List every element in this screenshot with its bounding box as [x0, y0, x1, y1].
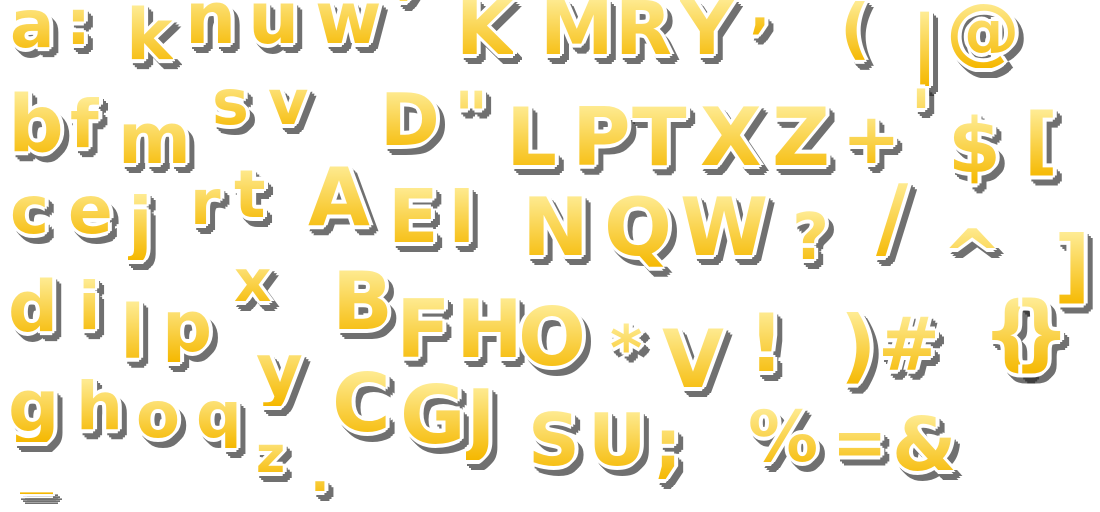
- glyph-tile: f: [70, 86, 99, 163]
- glyph-tile: S: [528, 398, 580, 482]
- glyph-tile: k: [126, 0, 173, 76]
- glyph-tile: v: [268, 66, 309, 139]
- glyph-tile: h: [76, 368, 123, 445]
- glyph-tile: A: [308, 151, 370, 244]
- glyph-tile: u: [248, 0, 299, 54]
- glyph-tile: e: [68, 172, 113, 249]
- glyph-tile: _: [20, 422, 53, 499]
- glyph-tile: +: [842, 98, 901, 180]
- glyph-tile: s: [212, 66, 249, 139]
- glyph-tile: b: [8, 80, 64, 170]
- glyph-tile: t: [234, 156, 266, 233]
- glyph-tile: ^: [942, 214, 1003, 298]
- glyph-tile: ,: [750, 0, 770, 36]
- glyph-tile: j: [128, 182, 153, 266]
- glyph-tile: a: [10, 0, 55, 58]
- glyph-tile: [: [1024, 98, 1058, 184]
- glyph-tile: J: [466, 373, 496, 466]
- glyph-tile: m: [118, 98, 191, 180]
- glyph-tile: &: [892, 402, 957, 488]
- glyph-tile: T: [632, 91, 687, 184]
- glyph-tile: }: [1012, 285, 1071, 380]
- glyph-tile: x: [234, 247, 272, 315]
- glyph-tile: W: [680, 181, 769, 274]
- glyph-tile: #: [878, 302, 941, 388]
- glyph-tile: !: [748, 297, 785, 390]
- glyph-tile: d: [8, 266, 59, 348]
- glyph-tile: /: [876, 166, 909, 269]
- glyph-tile: z: [256, 426, 286, 484]
- glyph-tile: I: [448, 174, 476, 260]
- glyph-tile: n: [185, 0, 236, 54]
- glyph-tile: l: [120, 290, 146, 376]
- glyph-tile: Q: [604, 181, 673, 274]
- glyph-tile: Z: [772, 91, 831, 184]
- glyph-tile: q: [196, 379, 242, 453]
- glyph-tile: G: [400, 369, 466, 462]
- glyph-tile: X: [700, 91, 762, 184]
- glyph-tile: %: [748, 396, 819, 478]
- glyph-tile: c: [10, 172, 50, 249]
- glyph-tile: B: [332, 255, 393, 348]
- glyph-tile: =: [832, 404, 888, 481]
- glyph-tile: .: [310, 444, 330, 504]
- glyph-tile: F: [396, 283, 451, 376]
- glyph-tile: ): [840, 299, 877, 392]
- glyph-tile: (: [840, 0, 870, 62]
- glyph-tile: y: [256, 328, 303, 412]
- glyph-tile: M: [540, 0, 614, 66]
- glyph-tile: *: [610, 312, 643, 385]
- glyph-tile: H: [456, 283, 523, 376]
- glyph-tile: ": [454, 78, 489, 155]
- glyph-tile: p: [162, 286, 213, 368]
- glyph-tile: K: [456, 0, 513, 66]
- glyph-tile: i: [78, 268, 101, 345]
- glyph-tile: C: [332, 357, 391, 450]
- glyph-tile: V: [662, 313, 724, 406]
- glyph-tile: ': [910, 74, 933, 158]
- glyph-tile: N: [522, 181, 589, 274]
- glyph-tile: L: [506, 91, 557, 184]
- glyph-tile: U: [588, 398, 647, 482]
- glyph-tile: r: [190, 166, 221, 239]
- glyph-tile: o: [136, 379, 180, 453]
- glyph-tile: Y: [680, 0, 734, 66]
- glyph-tile: ;: [654, 404, 682, 486]
- glyph-tile: @: [946, 0, 1020, 68]
- glyph-tile: ’: [395, 0, 422, 42]
- glyph-tile: O: [518, 291, 587, 384]
- glyph-tile: R: [615, 0, 672, 66]
- glyph-tile: :: [66, 0, 91, 54]
- glyph-tile: ?: [792, 201, 830, 275]
- glyph-tile: P: [572, 91, 631, 184]
- glyph-atlas: a:knuw’KMRY¯,(|@bfmsvD"LPTXZ+'$[cejrtAEI…: [0, 0, 1100, 512]
- glyph-tile: D: [380, 78, 440, 162]
- glyph-tile: E: [388, 174, 439, 260]
- glyph-tile: w: [315, 0, 382, 54]
- glyph-tile: $: [948, 101, 1001, 190]
